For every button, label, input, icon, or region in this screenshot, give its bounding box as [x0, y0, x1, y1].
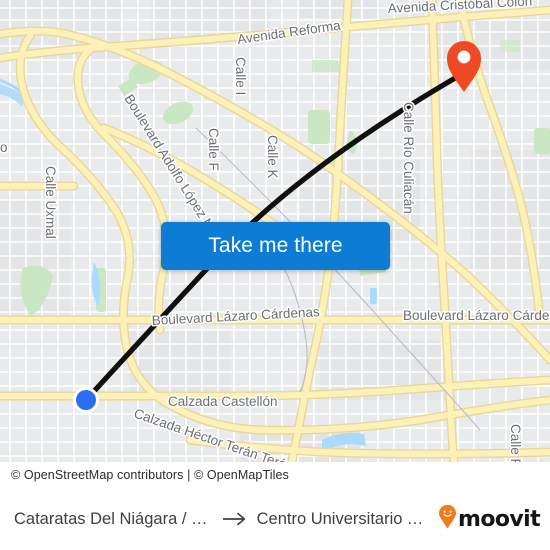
trip-summary-footer: Cataratas Del Niágara / C... Centro Univ…	[0, 488, 550, 550]
street-label: o	[0, 140, 8, 155]
street-label: Calle K	[265, 135, 280, 179]
take-me-there-button[interactable]: Take me there	[161, 222, 390, 270]
map-attribution-bar: © OpenStreetMap contributors | © OpenMap…	[0, 462, 550, 488]
moovit-logo[interactable]: moovit	[438, 504, 541, 534]
map-canvas[interactable]: Avenida Cristóbal Colón Avenida Reforma Ca…	[0, 0, 550, 462]
street-label: Calle Río Culiacán	[401, 102, 416, 214]
moovit-smile-pin-icon	[438, 504, 457, 534]
street-label: Calle I	[233, 57, 248, 95]
attribution-text[interactable]: © OpenStreetMap contributors | © OpenMap…	[11, 468, 289, 482]
trip-origin-label: Cataratas Del Niágara / C...	[14, 509, 213, 528]
trip-destination-label: Centro Universitario Ti...	[256, 509, 431, 528]
street-label: Calle Uxmal	[43, 166, 58, 239]
origin-dot	[73, 387, 99, 413]
street-label: Boulevard Lázaro Cárdenas	[403, 308, 550, 323]
moovit-wordmark: moovit	[458, 506, 541, 532]
trip-endpoints: Cataratas Del Niágara / C... Centro Univ…	[14, 510, 430, 529]
street-label: Calle F	[508, 424, 523, 462]
moovit-trip-screen: Avenida Cristóbal Colón Avenida Reforma Ca…	[0, 0, 550, 550]
arrow-right-icon	[222, 512, 248, 526]
street-label: Calle F	[206, 128, 221, 171]
street-label: Calzada Castellón	[168, 394, 278, 409]
